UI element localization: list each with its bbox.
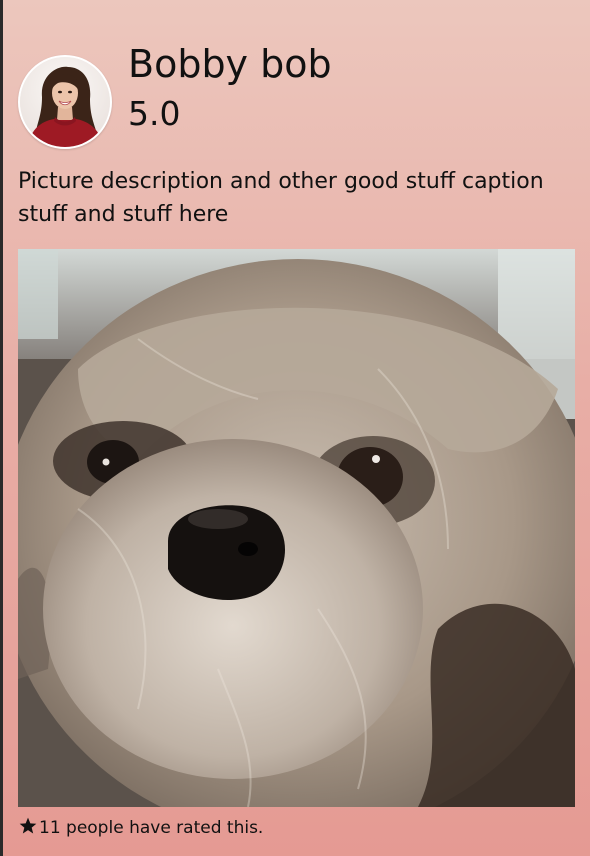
rating-count-text: 11 people have rated this. xyxy=(39,818,264,838)
avatar-image xyxy=(20,57,110,147)
star-icon xyxy=(18,816,38,836)
rating-score: 5.0 xyxy=(128,94,181,133)
dog-photo-image xyxy=(18,249,575,807)
avatar[interactable] xyxy=(18,55,112,149)
post-card: Bobby bob 5.0 Picture description and ot… xyxy=(0,0,590,856)
post-caption: Picture description and other good stuff… xyxy=(18,169,544,227)
post-photo[interactable] xyxy=(18,249,575,807)
user-name[interactable]: Bobby bob xyxy=(128,40,332,88)
rating-footer: 11 people have rated this. xyxy=(18,814,263,842)
